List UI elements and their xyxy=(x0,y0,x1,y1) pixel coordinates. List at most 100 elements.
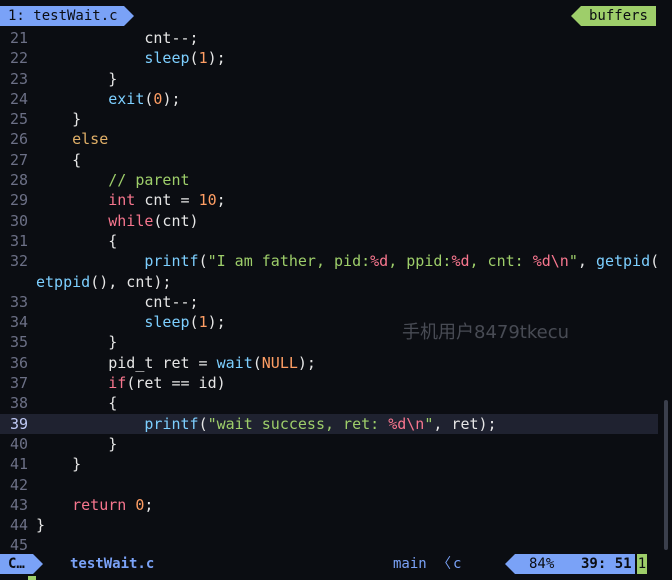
code-line[interactable]: 25 } xyxy=(0,109,658,129)
code-line[interactable]: 26 else xyxy=(0,129,658,149)
code-token: ; xyxy=(216,191,226,210)
code-token: sleep xyxy=(144,313,190,332)
code-token: "I am father, pid: xyxy=(207,252,371,271)
code-token: (ret == id) xyxy=(126,374,226,393)
code-line[interactable]: 37 if(ret == id) xyxy=(0,373,658,393)
code-text: cnt--; xyxy=(36,29,199,47)
code-token: %d\n xyxy=(532,252,569,271)
code-token: ( xyxy=(252,353,262,372)
code-line[interactable]: 44} xyxy=(0,515,658,535)
code-token: return xyxy=(72,495,127,514)
code-line[interactable]: 31 { xyxy=(0,231,658,251)
tab-testwait[interactable]: 1: testWait.c xyxy=(0,6,134,26)
code-token: } xyxy=(36,455,82,474)
code-line[interactable]: 23 } xyxy=(0,69,658,89)
code-token: ; xyxy=(144,495,154,514)
code-text: printf("wait success, ret: %d\n", ret); xyxy=(36,414,496,433)
code-token: // parent xyxy=(108,171,190,190)
position-block: 84% 39: 51 xyxy=(505,554,635,574)
code-token: 1 xyxy=(198,49,208,68)
code-text: sleep(1); xyxy=(36,49,225,68)
code-text: { xyxy=(36,394,117,412)
code-line[interactable]: 32 printf("I am father, pid:%d, ppid:%d,… xyxy=(0,251,658,271)
code-token: cnt--; xyxy=(36,292,199,311)
code-text: etppid(), cnt); xyxy=(36,273,171,291)
code-line[interactable]: 43 return 0; xyxy=(0,495,658,515)
line-number: 23 xyxy=(9,69,28,88)
code-line[interactable]: 41 } xyxy=(0,454,658,474)
code-line[interactable]: 28 // parent xyxy=(0,170,658,190)
code-text: printf("I am father, pid:%d, ppid:%d, cn… xyxy=(36,252,658,270)
code-token: { xyxy=(36,150,82,169)
code-token: } xyxy=(36,110,82,129)
line-number: 34 xyxy=(9,313,28,332)
code-text: return 0; xyxy=(36,496,153,514)
scroll-percent: 84% xyxy=(529,556,555,572)
buffers-label[interactable]: buffers xyxy=(570,6,656,26)
code-line[interactable]: etppid(), cnt); xyxy=(0,272,658,292)
code-token: etppid xyxy=(36,272,91,291)
line-number: 40 xyxy=(9,434,28,453)
line-number: 30 xyxy=(9,211,28,230)
code-token: if xyxy=(108,374,127,393)
code-token: ( xyxy=(198,414,208,433)
code-line[interactable]: 45 xyxy=(0,535,658,550)
code-token: cnt--; xyxy=(144,29,199,47)
line-number: 41 xyxy=(9,455,28,474)
code-line[interactable]: 36 pid_t ret = wait(NULL); xyxy=(0,353,658,373)
code-token: ( xyxy=(189,49,199,68)
code-text: { xyxy=(36,232,117,250)
code-text: } xyxy=(36,110,81,128)
line-number: 27 xyxy=(9,150,28,169)
code-text: } xyxy=(36,516,45,534)
code-line[interactable]: 24 exit(0); xyxy=(0,89,658,109)
line-number: 38 xyxy=(9,394,28,413)
code-line[interactable]: 40 } xyxy=(0,434,658,454)
statusline: C… testWait.c main 〈 c 84% 39: 51 1 xyxy=(0,552,658,576)
code-line[interactable]: 21 cnt--; xyxy=(0,28,658,48)
scrollbar[interactable] xyxy=(664,28,668,550)
cursor-indicator: 1 xyxy=(637,554,647,574)
code-editor[interactable]: 21 cnt--; 22 sleep(1); 23 } 24 exit(0); 25 }… xyxy=(0,28,658,550)
code-token: 1 xyxy=(198,313,208,332)
code-line[interactable]: 38 { xyxy=(0,393,658,413)
code-token: else xyxy=(72,130,109,149)
code-line[interactable]: 33 cnt--; xyxy=(0,292,658,312)
line-number: 39 xyxy=(9,414,28,433)
git-branch: main xyxy=(393,556,427,572)
filetype: c xyxy=(453,556,462,572)
scroll-thumb[interactable] xyxy=(664,400,668,550)
code-line[interactable]: 30 while(cnt) xyxy=(0,211,658,231)
code-text: if(ret == id) xyxy=(36,374,226,393)
code-token: } xyxy=(36,516,46,535)
code-line[interactable]: 39 printf("wait success, ret: %d\n", ret… xyxy=(0,413,658,434)
line-number: 36 xyxy=(9,353,28,372)
code-token: pid_t ret = xyxy=(36,353,217,372)
code-token: (), xyxy=(650,252,658,270)
code-token: cnt = xyxy=(135,191,199,210)
line-number: 25 xyxy=(9,110,28,129)
code-text: sleep(1); xyxy=(36,313,225,332)
code-text: while(cnt) xyxy=(36,212,198,230)
code-token: "wait success, ret: xyxy=(207,414,389,433)
line-number: 44 xyxy=(9,516,28,535)
line-column: 39: 51 xyxy=(581,556,632,572)
code-token: } xyxy=(36,333,118,352)
code-token: ); xyxy=(162,89,181,108)
code-token: { xyxy=(36,231,118,250)
code-line[interactable]: 22 sleep(1); xyxy=(0,48,658,68)
code-text: exit(0); xyxy=(36,89,181,108)
code-token: printf xyxy=(144,252,199,271)
line-number: 33 xyxy=(9,292,28,311)
code-token: , cnt: xyxy=(469,252,533,271)
line-number: 22 xyxy=(9,49,28,68)
code-line[interactable]: 27 { xyxy=(0,150,658,170)
code-line[interactable]: 42 xyxy=(0,475,658,495)
code-line[interactable]: 29 int cnt = 10; xyxy=(0,190,658,210)
code-token: %d xyxy=(370,252,389,271)
code-token: NULL xyxy=(261,353,298,372)
